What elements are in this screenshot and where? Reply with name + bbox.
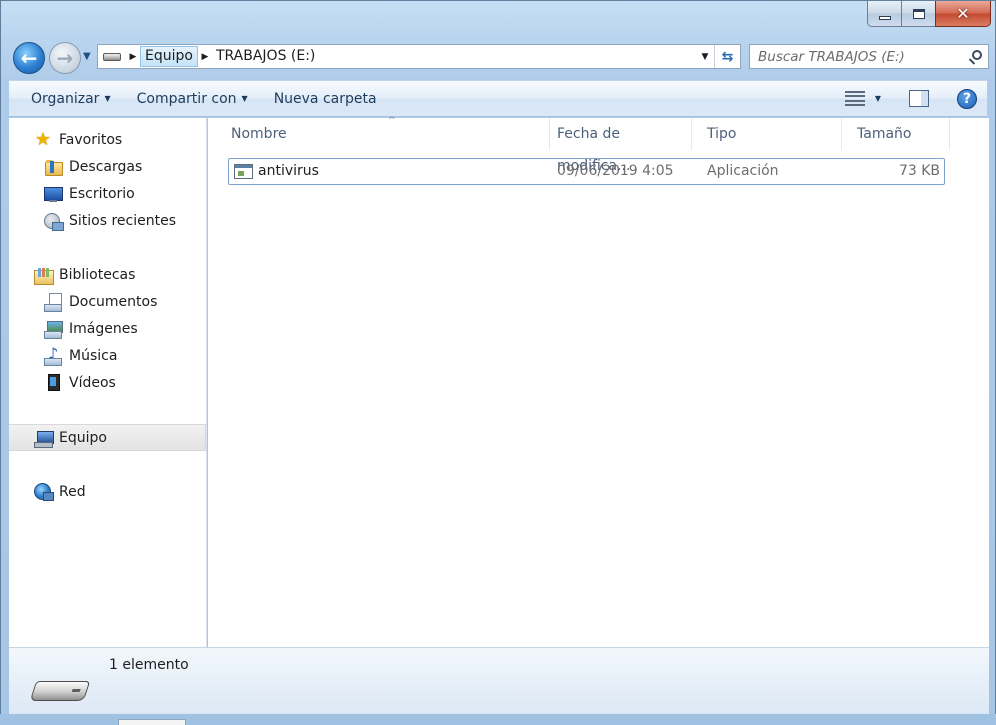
removable-drive-icon <box>29 681 91 701</box>
breadcrumb-equipo[interactable]: Equipo <box>140 46 198 67</box>
sidebar-item-label: Vídeos <box>69 374 116 391</box>
column-header-row: Nombre ^ Fecha de modifica... Tipo Tamaño <box>208 116 989 174</box>
refresh-button[interactable]: ⇆ <box>714 45 740 68</box>
computer-group: Equipo <box>9 424 207 451</box>
sidebar-item-videos[interactable]: Vídeos <box>9 369 207 396</box>
address-bar[interactable]: ▶ Equipo ▶ TRABAJOS (E:) ▼ ⇆ <box>97 44 741 69</box>
maximize-button[interactable] <box>901 1 935 27</box>
sidebar-item-label: Equipo <box>59 429 107 446</box>
sidebar-item-musica[interactable]: Música <box>9 342 207 369</box>
documents-library-icon <box>43 292 63 312</box>
sidebar-item-label: Música <box>69 347 118 364</box>
share-menu-button[interactable]: Compartir con ▼ <box>127 85 258 113</box>
file-type: Aplicación <box>707 163 779 179</box>
column-header-type[interactable]: Tipo <box>692 118 842 150</box>
help-icon[interactable]: ? <box>957 88 977 109</box>
sidebar-item-favoritos[interactable]: ★ Favoritos <box>9 126 207 153</box>
sidebar-item-sitios-recientes[interactable]: Sitios recientes <box>9 207 207 234</box>
network-icon <box>33 482 54 501</box>
drive-icon <box>98 52 126 61</box>
network-group: Red <box>9 478 207 505</box>
application-icon <box>234 164 253 179</box>
videos-library-icon <box>43 373 63 392</box>
sidebar-item-descargas[interactable]: Descargas <box>9 153 207 180</box>
chevron-down-icon: ▼ <box>241 94 248 103</box>
favorites-group: ★ Favoritos Descargas Escritorio Sitios … <box>9 126 207 234</box>
navigation-pane: ★ Favoritos Descargas Escritorio Sitios … <box>9 118 207 647</box>
organize-label: Organizar <box>31 90 100 107</box>
sidebar-item-label: Escritorio <box>69 185 135 202</box>
sidebar-item-bibliotecas[interactable]: Bibliotecas <box>9 261 207 288</box>
back-button[interactable]: ← <box>13 42 45 74</box>
sidebar-item-equipo[interactable]: Equipo <box>9 424 206 451</box>
taskbar-tab[interactable] <box>118 719 186 725</box>
forward-button[interactable]: → <box>49 42 81 74</box>
sidebar-item-label: Documentos <box>69 293 158 310</box>
recent-pages-dropdown-icon[interactable]: ▼ <box>83 51 91 62</box>
sidebar-item-escritorio[interactable]: Escritorio <box>9 180 207 207</box>
explorer-window: ✕ ← → ▼ ▶ Equipo ▶ TRABAJOS (E:) ▼ ⇆ Org… <box>0 0 996 725</box>
sidebar-item-label: Imágenes <box>69 320 138 337</box>
view-controls: ▼ ? <box>845 88 987 109</box>
sidebar-item-label: Red <box>59 483 86 500</box>
libraries-icon <box>33 266 54 285</box>
column-label: Tamaño <box>857 126 912 142</box>
view-options-dropdown-icon[interactable]: ▼ <box>875 94 881 103</box>
desktop-icon <box>43 185 63 203</box>
downloads-folder-icon <box>43 158 63 176</box>
file-date: 09/06/2019 4:05 <box>557 163 674 179</box>
sort-ascending-icon: ^ <box>388 116 396 126</box>
pictures-library-icon <box>43 320 63 339</box>
column-header-size[interactable]: Tamaño <box>842 118 950 150</box>
new-folder-label: Nueva carpeta <box>273 90 377 107</box>
sidebar-item-documentos[interactable]: Documentos <box>9 288 207 315</box>
table-row[interactable]: antivirus 09/06/2019 4:05 Aplicación 73 … <box>228 158 945 185</box>
column-label: Nombre <box>231 126 287 142</box>
search-icon[interactable] <box>964 49 988 62</box>
recent-places-icon <box>43 212 64 231</box>
sidebar-item-label: Bibliotecas <box>59 266 136 283</box>
star-icon: ★ <box>34 129 52 150</box>
chevron-down-icon: ▼ <box>104 94 111 103</box>
computer-icon <box>33 429 54 448</box>
navigation-row: ← → ▼ ▶ Equipo ▶ TRABAJOS (E:) ▼ ⇆ <box>11 39 989 75</box>
sidebar-item-imagenes[interactable]: Imágenes <box>9 315 207 342</box>
close-button[interactable]: ✕ <box>935 1 991 27</box>
new-folder-button[interactable]: Nueva carpeta <box>264 85 387 113</box>
share-label: Compartir con <box>136 90 237 107</box>
minimize-button[interactable] <box>867 1 901 27</box>
column-header-date[interactable]: Fecha de modifica... <box>542 118 692 174</box>
caption-buttons: ✕ <box>867 1 991 27</box>
change-view-icon[interactable] <box>845 90 865 107</box>
breadcrumb-separator-icon[interactable]: ▶ <box>198 52 212 62</box>
minimize-icon <box>878 15 891 20</box>
organize-menu-button[interactable]: Organizar ▼ <box>21 85 121 113</box>
breadcrumb-separator-icon[interactable]: ▶ <box>126 52 140 62</box>
file-size: 73 KB <box>898 163 940 179</box>
item-count: 1 elemento <box>109 657 189 673</box>
breadcrumb-current-drive[interactable]: TRABAJOS (E:) <box>212 45 319 68</box>
address-history-dropdown-icon[interactable]: ▼ <box>696 52 714 62</box>
file-list-pane: Nombre ^ Fecha de modifica... Tipo Tamaño… <box>208 116 989 647</box>
music-library-icon <box>43 344 63 366</box>
sidebar-item-label: Sitios recientes <box>69 212 176 229</box>
maximize-icon <box>912 8 925 19</box>
sidebar-item-label: Favoritos <box>59 131 123 148</box>
details-pane: 1 elemento <box>9 647 989 715</box>
search-input[interactable] <box>750 46 964 67</box>
back-arrow-icon: ← <box>20 46 38 70</box>
preview-pane-icon[interactable] <box>909 90 929 107</box>
libraries-group: Bibliotecas Documentos Imágenes Música V… <box>9 261 207 396</box>
close-icon: ✕ <box>956 3 970 23</box>
sidebar-item-label: Descargas <box>69 158 143 175</box>
forward-arrow-icon: → <box>56 46 74 70</box>
search-box <box>749 44 989 69</box>
file-name: antivirus <box>258 163 319 179</box>
sidebar-item-red[interactable]: Red <box>9 478 207 505</box>
command-bar: Organizar ▼ Compartir con ▼ Nueva carpeta … <box>9 80 987 117</box>
column-label: Tipo <box>707 126 737 142</box>
refresh-icon: ⇆ <box>721 48 734 65</box>
column-header-name[interactable]: Nombre ^ <box>216 116 550 150</box>
